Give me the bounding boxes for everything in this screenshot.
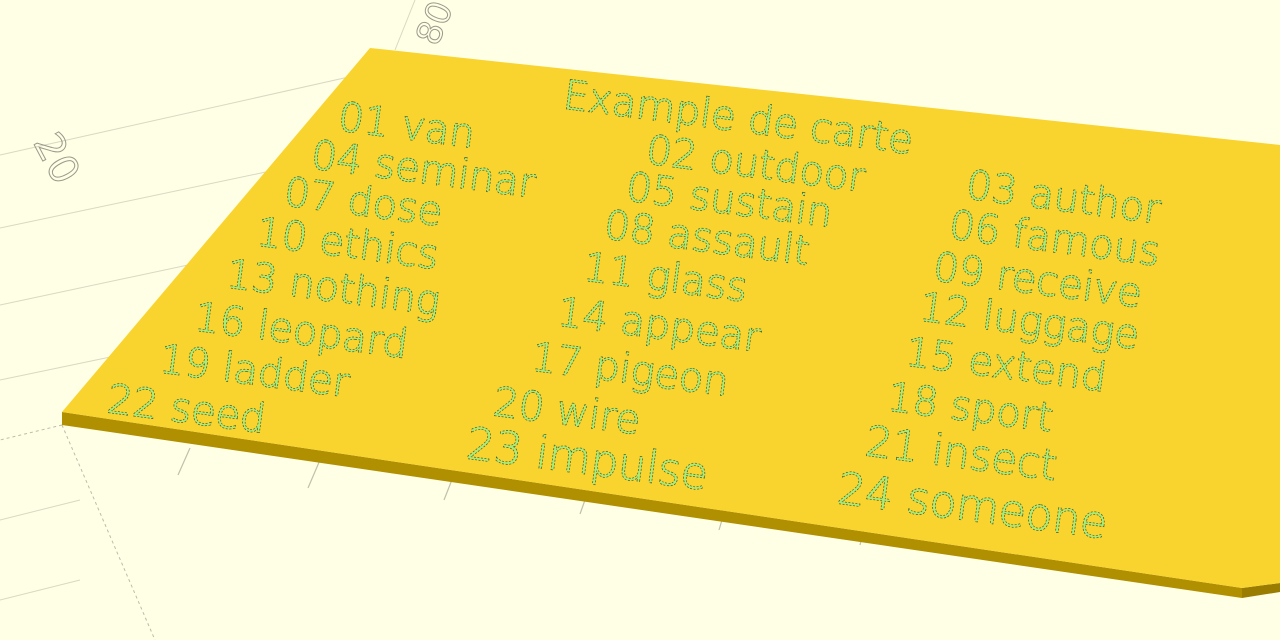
scene-canvas[interactable]: 20 80 Example de carte 01 van 04 seminar… [0, 0, 1280, 640]
3d-viewport[interactable]: 20 80 Example de carte 01 van 04 seminar… [0, 0, 1280, 640]
axis-label-80: 80 [408, 0, 461, 51]
axis-lines [0, 424, 156, 640]
axis-label-20: 20 [24, 125, 89, 192]
